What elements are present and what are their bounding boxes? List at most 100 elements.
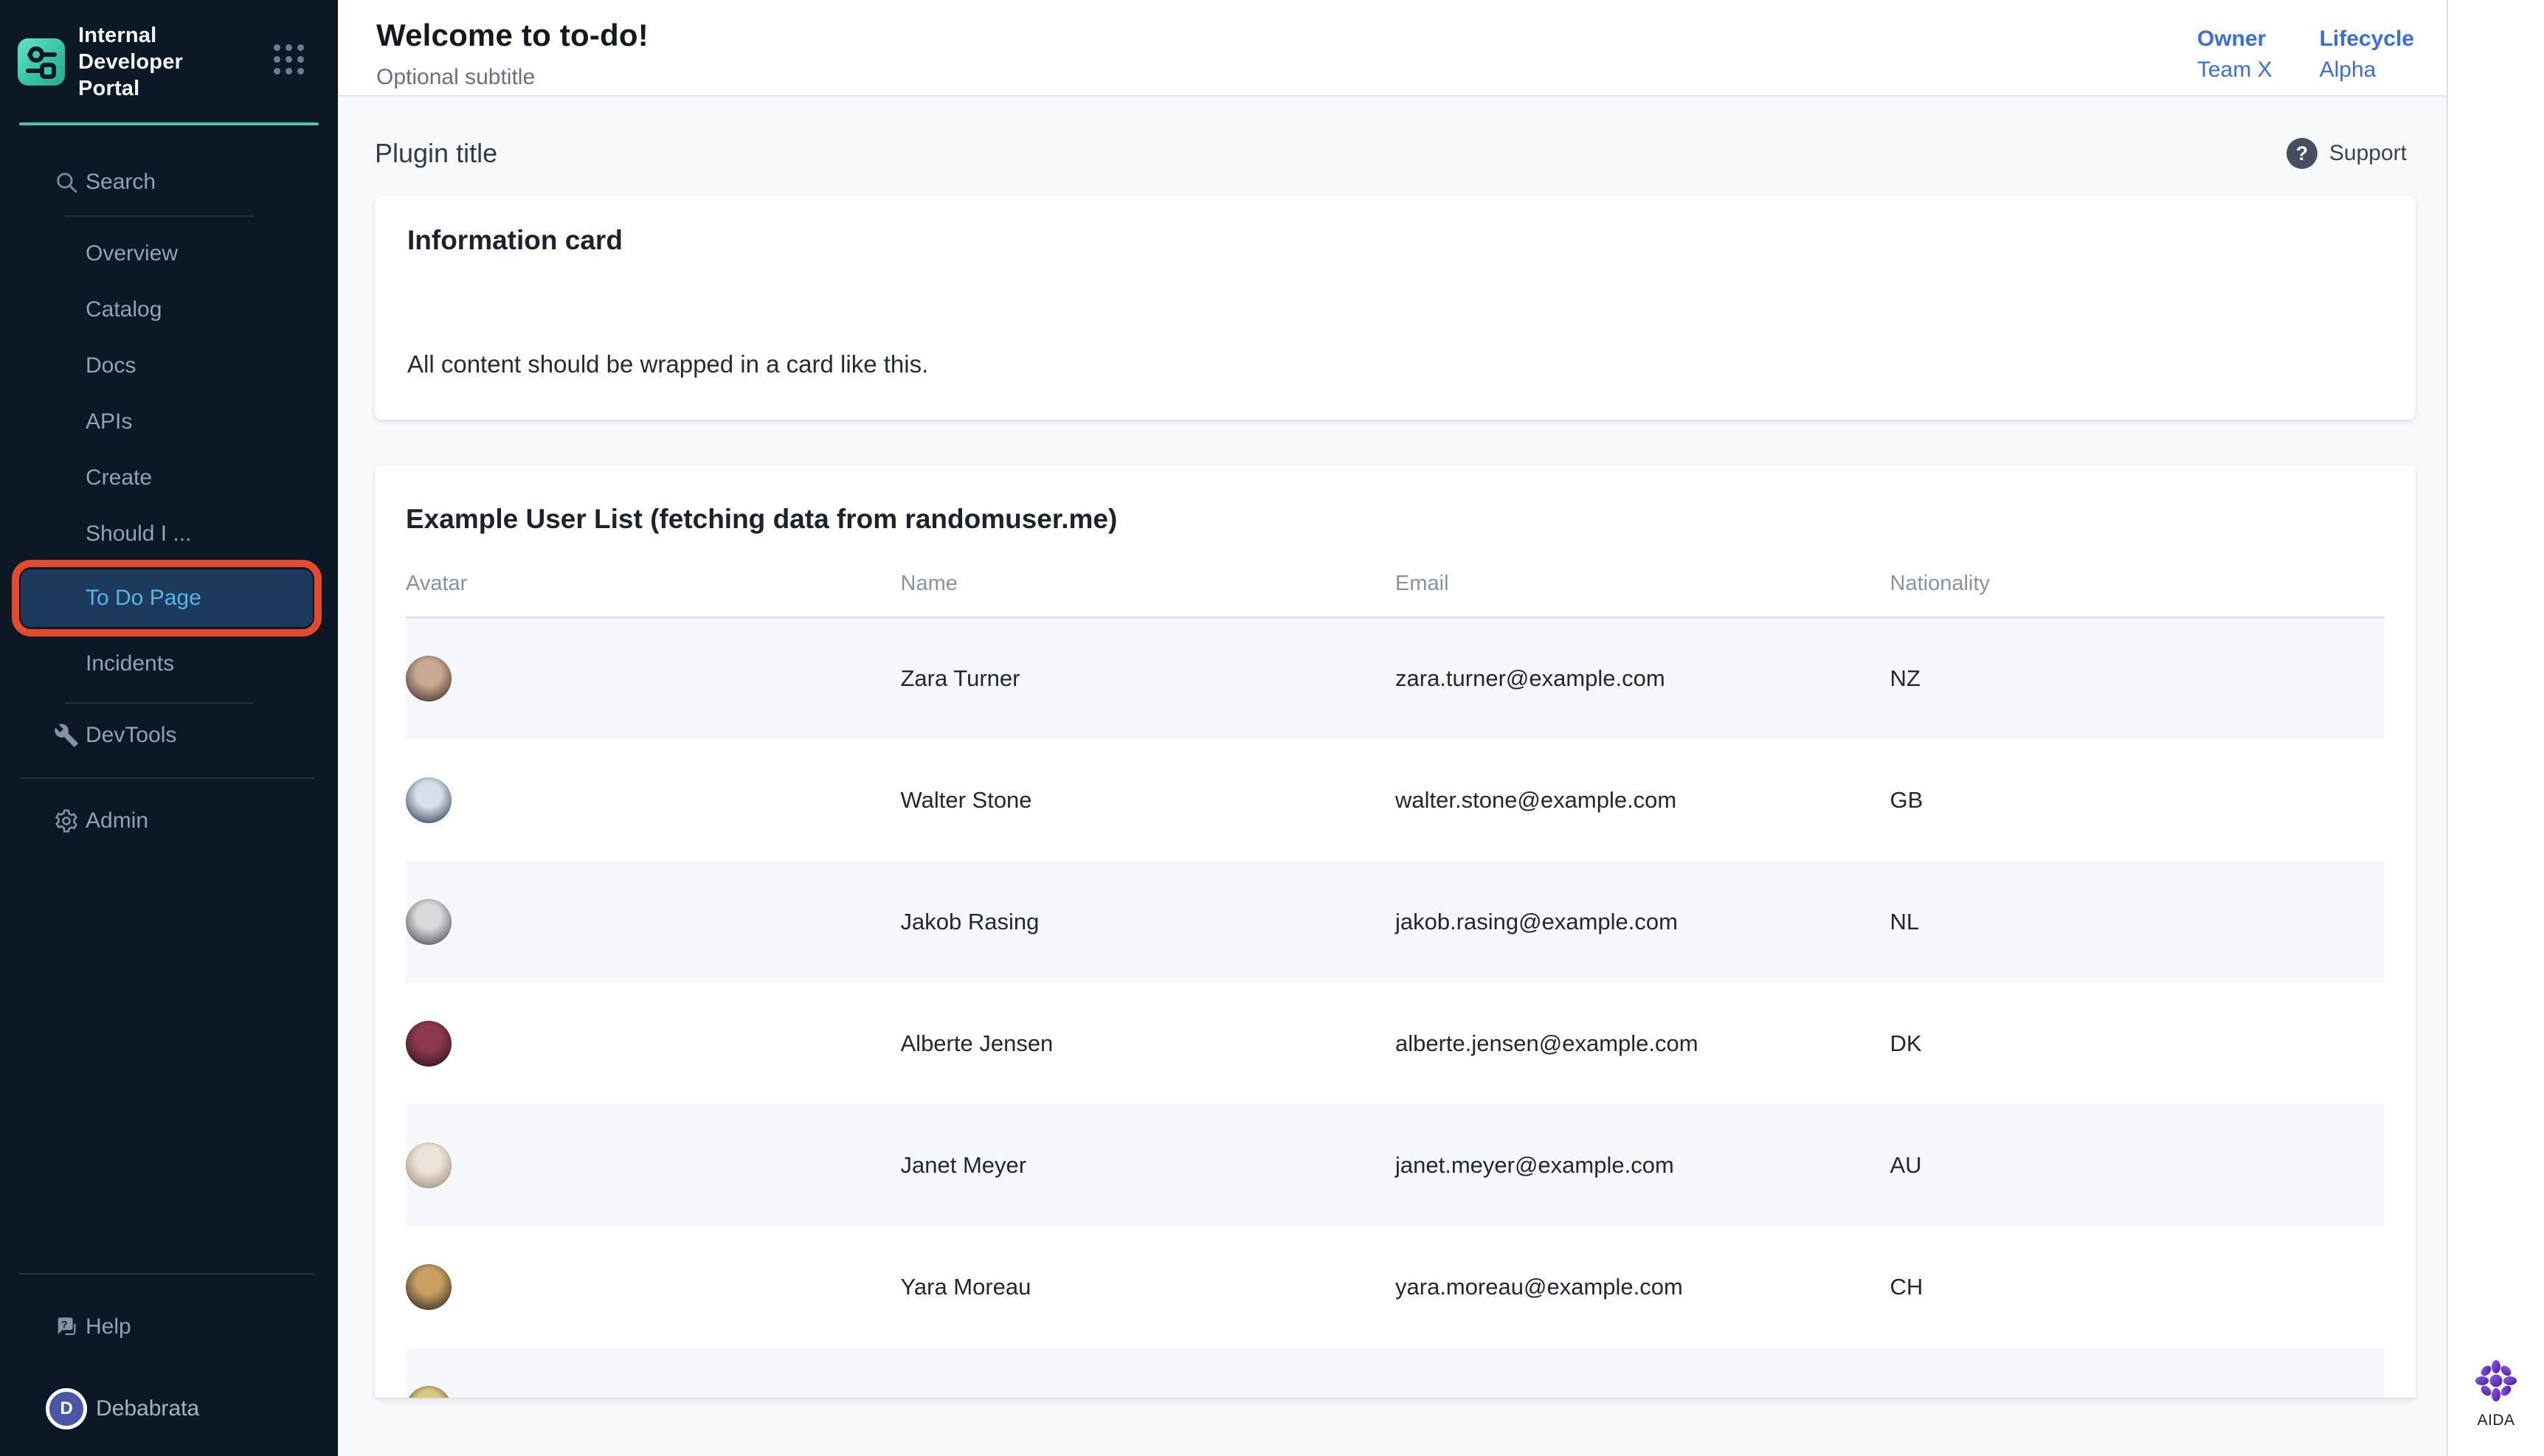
column-header-nationality: Nationality xyxy=(1890,572,2385,617)
sidebar-item-docs[interactable]: Docs xyxy=(0,338,338,394)
cell-name: Jakob Rasing xyxy=(901,861,1396,982)
cell-name: Yara Moreau xyxy=(901,1226,1396,1348)
table-row: Yara Moreau yara.moreau@example.com CH xyxy=(406,1226,2385,1348)
brand-title: Internal Developer Portal xyxy=(78,22,233,102)
sidebar-item-label: Should I ... xyxy=(86,521,191,547)
main-area: Welcome to to-do! Optional subtitle Owne… xyxy=(338,0,2447,1456)
help-chat-icon: ? xyxy=(54,1314,79,1340)
meta-owner: Owner Team X xyxy=(2197,27,2272,83)
meta-lifecycle: Lifecycle Alpha xyxy=(2320,27,2414,83)
sidebar-divider xyxy=(65,702,254,704)
cell-email: jakob.rasing@example.com xyxy=(1395,861,1890,982)
lifecycle-value-link[interactable]: Alpha xyxy=(2320,58,2414,83)
sidebar-user[interactable]: D Debabrata xyxy=(0,1381,338,1437)
cell-name: Walter Stone xyxy=(901,739,1396,861)
sidebar-item-label: Incidents xyxy=(86,651,174,676)
column-header-avatar: Avatar xyxy=(406,572,901,617)
page-header-titles: Welcome to to-do! Optional subtitle xyxy=(376,18,649,90)
app-logo-icon[interactable] xyxy=(18,38,65,86)
plugin-title-row: Plugin title ? Support xyxy=(375,131,2416,176)
table-row: Walter Stone walter.stone@example.com GB xyxy=(406,739,2385,861)
owner-label[interactable]: Owner xyxy=(2197,27,2272,52)
sidebar-item-todo-wrap: To Do Page xyxy=(0,569,338,627)
sidebar-item-label: Overview xyxy=(86,241,178,266)
user-photo-avatar xyxy=(406,899,452,945)
cell-nationality: NZ xyxy=(1890,617,2385,739)
sidebar-item-create[interactable]: Create xyxy=(0,450,338,506)
information-card: Information card All content should be w… xyxy=(375,195,2416,420)
support-button[interactable]: ? Support xyxy=(2278,131,2416,176)
page-subtitle: Optional subtitle xyxy=(376,65,649,90)
cell-email: walter.stone@example.com xyxy=(1395,739,1890,861)
sidebar-nav: Search Overview Catalog Docs APIs Create… xyxy=(0,125,338,844)
user-photo-avatar xyxy=(406,1143,452,1188)
sidebar-brand: Internal Developer Portal xyxy=(0,0,338,122)
svg-text:?: ? xyxy=(61,1319,68,1331)
aida-label: AIDA xyxy=(2477,1412,2514,1429)
owner-value-link[interactable]: Team X xyxy=(2197,58,2272,83)
column-header-name: Name xyxy=(901,572,1396,617)
sidebar-item-label: DevTools xyxy=(86,723,176,748)
sidebar-item-label: Docs xyxy=(86,353,136,378)
cell-email: zara.turner@example.com xyxy=(1395,617,1890,739)
cell-name: Zara Turner xyxy=(901,617,1396,739)
right-gutter: AIDA xyxy=(2447,0,2544,1456)
cell-nationality: AU xyxy=(1890,1104,2385,1226)
cell-email: alberte.jensen@example.com xyxy=(1395,982,1890,1104)
information-card-title: Information card xyxy=(407,225,2383,256)
gear-icon xyxy=(54,808,79,833)
sidebar-item-apis[interactable]: APIs xyxy=(0,394,338,450)
sidebar-item-help[interactable]: ? Help xyxy=(0,1304,338,1350)
sidebar-item-incidents[interactable]: Incidents xyxy=(0,636,338,692)
sidebar-item-should-i[interactable]: Should I ... xyxy=(0,506,338,562)
table-row: Zara Turner zara.turner@example.com NZ xyxy=(406,617,2385,739)
sidebar-item-overview[interactable]: Overview xyxy=(0,226,338,282)
user-list-title: Example User List (fetching data from ra… xyxy=(406,504,2385,535)
cell-name: Alberte Jensen xyxy=(901,982,1396,1104)
page-header: Welcome to to-do! Optional subtitle Owne… xyxy=(338,0,2447,97)
user-photo-avatar xyxy=(406,1386,452,1398)
table-row: Aurora Araújo aurora.araujo@example.com … xyxy=(406,1348,2385,1398)
user-list-card: Example User List (fetching data from ra… xyxy=(375,465,2416,1398)
table-row: Janet Meyer janet.meyer@example.com AU xyxy=(406,1104,2385,1226)
support-label: Support xyxy=(2329,141,2407,166)
apps-grid-icon[interactable] xyxy=(274,44,304,74)
cell-nationality: BR xyxy=(1890,1348,2385,1398)
table-header-row: Avatar Name Email Nationality xyxy=(406,572,2385,617)
sidebar-item-label: Create xyxy=(86,465,152,490)
lifecycle-label[interactable]: Lifecycle xyxy=(2320,27,2414,52)
sidebar-item-devtools[interactable]: DevTools xyxy=(0,713,338,758)
aida-flower-icon xyxy=(2475,1359,2517,1406)
sidebar-divider xyxy=(19,1273,314,1275)
user-photo-avatar xyxy=(406,1264,452,1310)
user-name: Debabrata xyxy=(96,1396,199,1421)
sidebar-item-admin[interactable]: Admin xyxy=(0,798,338,844)
app-root: Internal Developer Portal Search xyxy=(0,0,2544,1456)
user-initial-avatar: D xyxy=(46,1388,87,1429)
sidebar-footer: ? Help D Debabrata xyxy=(0,1254,338,1456)
search-icon xyxy=(54,170,79,195)
question-mark-icon: ? xyxy=(2287,138,2317,169)
cell-name: Janet Meyer xyxy=(901,1104,1396,1226)
cell-nationality: GB xyxy=(1890,739,2385,861)
wrench-icon xyxy=(54,723,79,748)
cell-name: Aurora Araújo xyxy=(901,1348,1396,1398)
page-title: Welcome to to-do! xyxy=(376,18,649,53)
aida-widget[interactable]: AIDA xyxy=(2475,1359,2517,1429)
user-photo-avatar xyxy=(406,656,452,701)
table-row: Alberte Jensen alberte.jensen@example.co… xyxy=(406,982,2385,1104)
entity-meta: Owner Team X Lifecycle Alpha xyxy=(2197,18,2414,83)
sidebar-item-todo-page[interactable]: To Do Page xyxy=(21,569,313,627)
sidebar: Internal Developer Portal Search xyxy=(0,0,338,1456)
user-photo-avatar xyxy=(406,777,452,823)
plugin-title: Plugin title xyxy=(375,138,497,169)
table-row: Jakob Rasing jakob.rasing@example.com NL xyxy=(406,861,2385,982)
sidebar-item-catalog[interactable]: Catalog xyxy=(0,282,338,338)
cell-email: janet.meyer@example.com xyxy=(1395,1104,1890,1226)
sidebar-item-search[interactable]: Search xyxy=(0,159,338,205)
sidebar-item-label: Help xyxy=(86,1314,131,1339)
page-content: Plugin title ? Support Information card … xyxy=(338,97,2447,1398)
sidebar-divider xyxy=(19,777,314,779)
sidebar-item-label: APIs xyxy=(86,409,132,434)
cell-email: yara.moreau@example.com xyxy=(1395,1226,1890,1348)
